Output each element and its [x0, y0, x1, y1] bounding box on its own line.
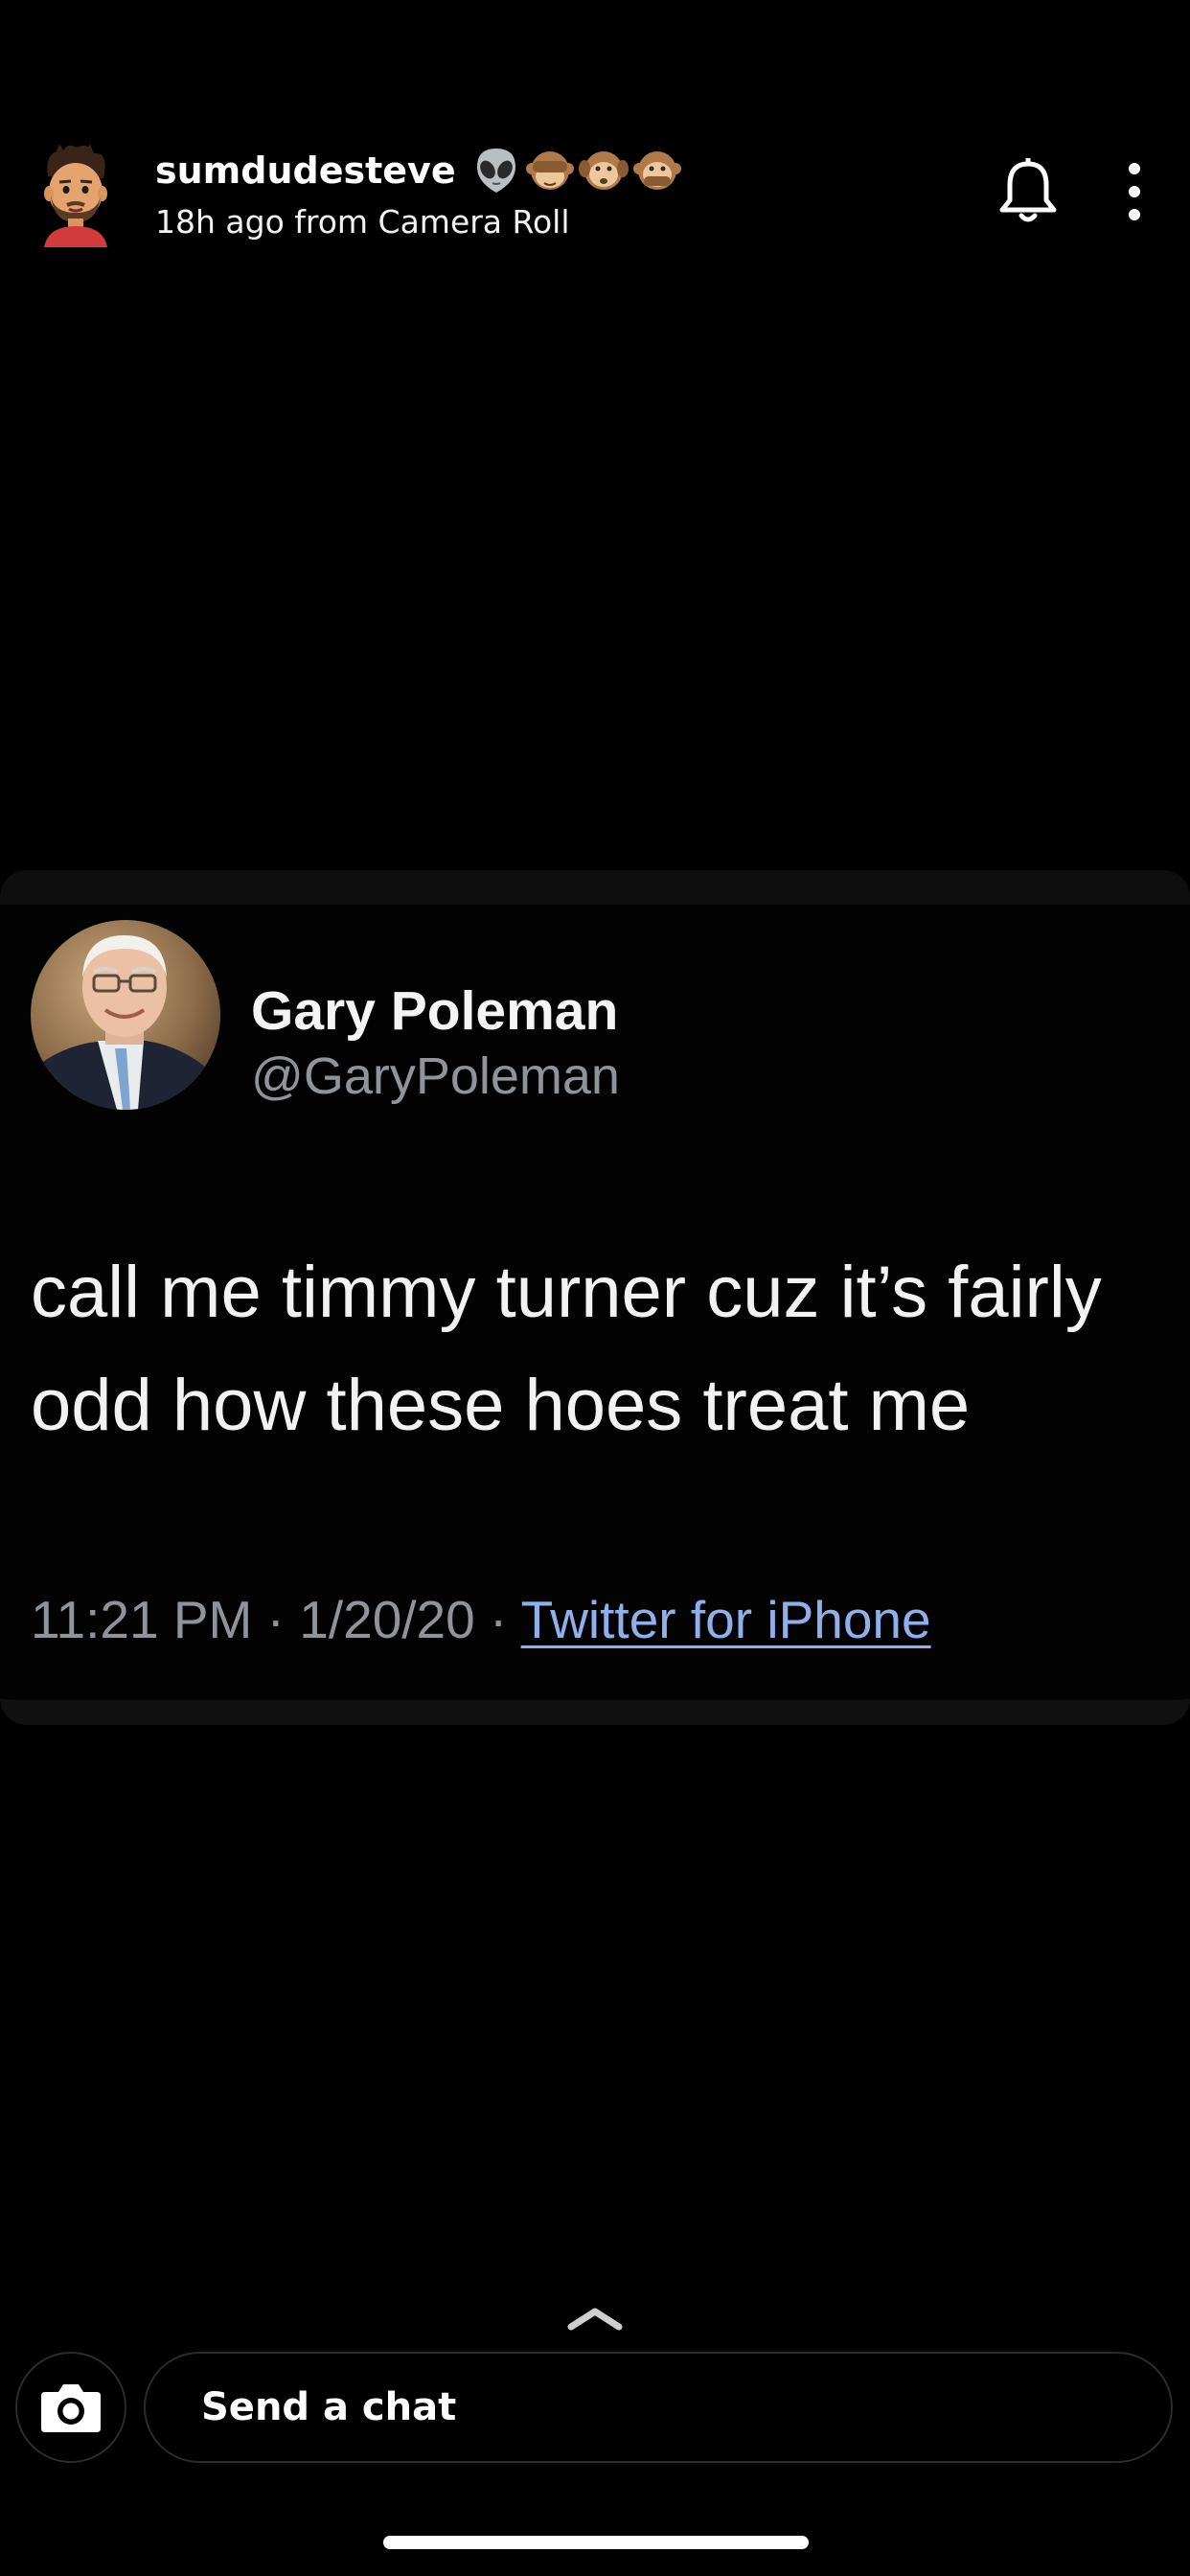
camera-icon [41, 2384, 101, 2432]
chevron-up-icon[interactable] [565, 2304, 625, 2333]
tweet-time: 11:21 PM [31, 1590, 253, 1649]
bell-icon[interactable] [996, 158, 1060, 225]
story-timestamp: 18h ago from Camera Roll [155, 203, 570, 241]
username[interactable]: sumdudesteve [155, 152, 456, 189]
home-indicator[interactable] [383, 2536, 809, 2549]
tweet-author-handle: @GaryPoleman [251, 1047, 620, 1105]
tweet-author-avatar [31, 920, 220, 1110]
chat-input-placeholder: Send a chat [201, 2385, 457, 2429]
tweet-source-link: Twitter for iPhone [520, 1590, 931, 1649]
send-chat-input[interactable]: Send a chat [144, 2352, 1173, 2463]
tweet-text: call me timmy turner cuz it’s fairly odd… [31, 1252, 1102, 1446]
story-info: sumdudesteve 18h ago from Camera Roll [155, 146, 682, 241]
vertical-ellipsis-icon[interactable] [1117, 161, 1152, 222]
bitmoji-avatar[interactable] [34, 142, 117, 247]
meta-separator: · [252, 1590, 300, 1649]
username-row: sumdudesteve [155, 146, 682, 196]
tweet-meta: 11:21 PM · 1/20/20 · Twitter for iPhone [31, 1589, 931, 1650]
story-header: sumdudesteve 18h ago from Camera Roll [0, 0, 1190, 307]
username-emojis [471, 146, 682, 196]
see-no-evil-monkey-emoji [525, 151, 574, 190]
camera-button[interactable] [15, 2352, 126, 2463]
meta-separator: · [474, 1590, 521, 1649]
speak-no-evil-monkey-emoji [632, 151, 681, 190]
alien-emoji [476, 149, 515, 193]
hear-no-evil-monkey-emoji [578, 151, 629, 190]
tweet-date: 1/20/20 [299, 1590, 475, 1649]
tweet-author-name: Gary Poleman [251, 980, 619, 1042]
